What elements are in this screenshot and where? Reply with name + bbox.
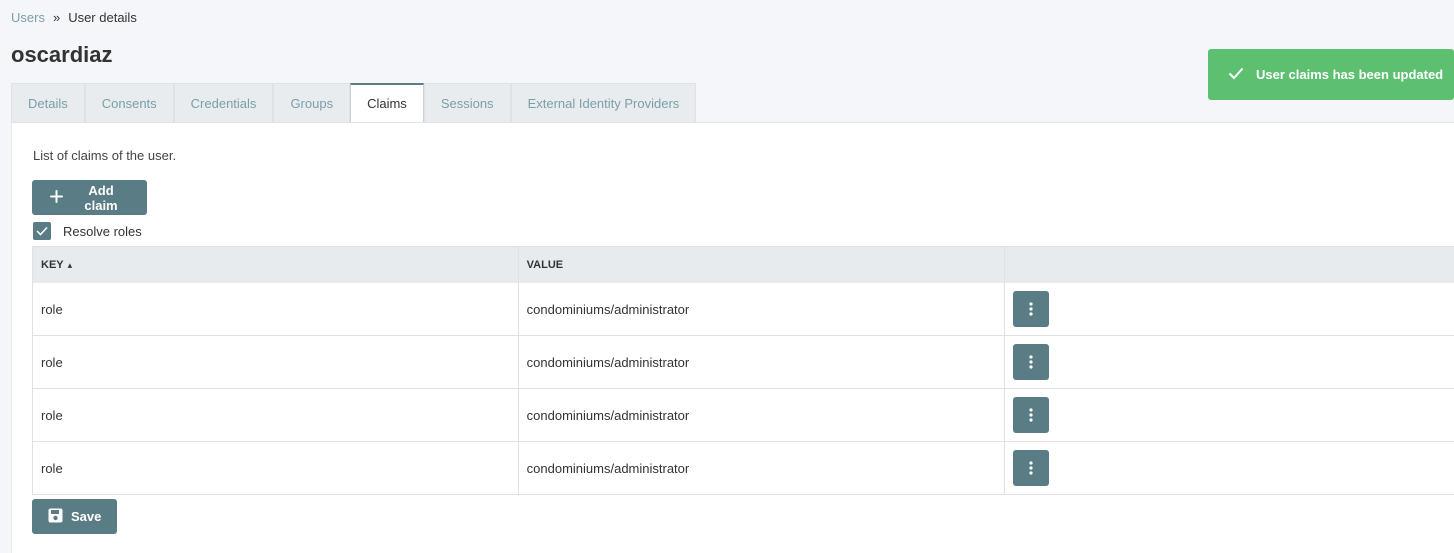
column-header-key[interactable]: KEY ▴ [33,247,519,283]
claim-actions-cell [1005,389,1454,441]
tab-groups[interactable]: Groups [273,83,351,123]
page-title: oscardiaz [11,42,113,67]
breadcrumb: Users » User details [11,10,137,25]
toast-message: User claims has been updated [1256,67,1444,82]
row-actions-menu-button[interactable] [1013,291,1050,327]
add-claim-button[interactable]: Add claim [32,180,147,215]
save-label: Save [71,509,102,524]
resolve-roles-checkbox[interactable] [33,222,51,240]
sort-asc-icon: ▴ [67,259,73,270]
claims-table: KEY ▴ VALUE role condominiums/administra… [32,246,1454,495]
table-row: role condominiums/administrator [33,389,1454,442]
breadcrumb-current: User details [68,10,137,25]
row-actions-menu-button[interactable] [1013,344,1050,380]
vertical-ellipsis-icon [1029,461,1033,475]
tab-external-identity-providers[interactable]: External Identity Providers [510,83,697,123]
vertical-ellipsis-icon [1029,408,1033,422]
table-header: KEY ▴ VALUE [33,247,1454,283]
vertical-ellipsis-icon [1029,302,1033,316]
tab-consents[interactable]: Consents [84,83,174,123]
row-actions-menu-button[interactable] [1013,450,1050,486]
claim-value-cell: condominiums/administrator [519,389,1006,441]
resolve-roles-label: Resolve roles [63,223,142,239]
column-header-key-label: KEY [41,259,64,271]
tab-bar: Details Consents Credentials Groups Clai… [11,83,697,124]
table-row: role condominiums/administrator [33,442,1454,495]
plus-icon [50,189,63,206]
table-row: role condominiums/administrator [33,336,1454,389]
claim-actions-cell [1005,336,1454,388]
row-actions-menu-button[interactable] [1013,397,1050,433]
column-header-actions [1005,247,1454,283]
breadcrumb-separator: » [52,10,61,25]
claims-description: List of claims of the user. [33,148,177,163]
claim-key-cell: role [33,389,519,441]
claim-value-cell: condominiums/administrator [519,442,1006,494]
claim-key-cell: role [33,442,519,494]
claim-actions-cell [1005,442,1454,494]
floppy-disk-icon [48,508,63,526]
breadcrumb-users-link[interactable]: Users [11,10,45,25]
resolve-roles-row: Resolve roles [33,222,142,240]
tab-details[interactable]: Details [11,83,85,123]
claims-panel: List of claims of the user. Add claim Re… [11,122,1454,553]
add-claim-label: Add claim [84,182,118,213]
check-icon [1228,67,1244,83]
table-row: role condominiums/administrator [33,283,1454,336]
claim-value-cell: condominiums/administrator [519,283,1006,335]
success-toast[interactable]: User claims has been updated [1208,49,1454,100]
claim-actions-cell [1005,283,1454,335]
column-header-value: VALUE [519,247,1006,283]
tab-credentials[interactable]: Credentials [173,83,274,123]
vertical-ellipsis-icon [1029,355,1033,369]
tab-sessions[interactable]: Sessions [423,83,511,123]
claim-value-cell: condominiums/administrator [519,336,1006,388]
claim-key-cell: role [33,283,519,335]
claim-key-cell: role [33,336,519,388]
tab-claims[interactable]: Claims [350,83,424,124]
save-button[interactable]: Save [32,499,117,534]
